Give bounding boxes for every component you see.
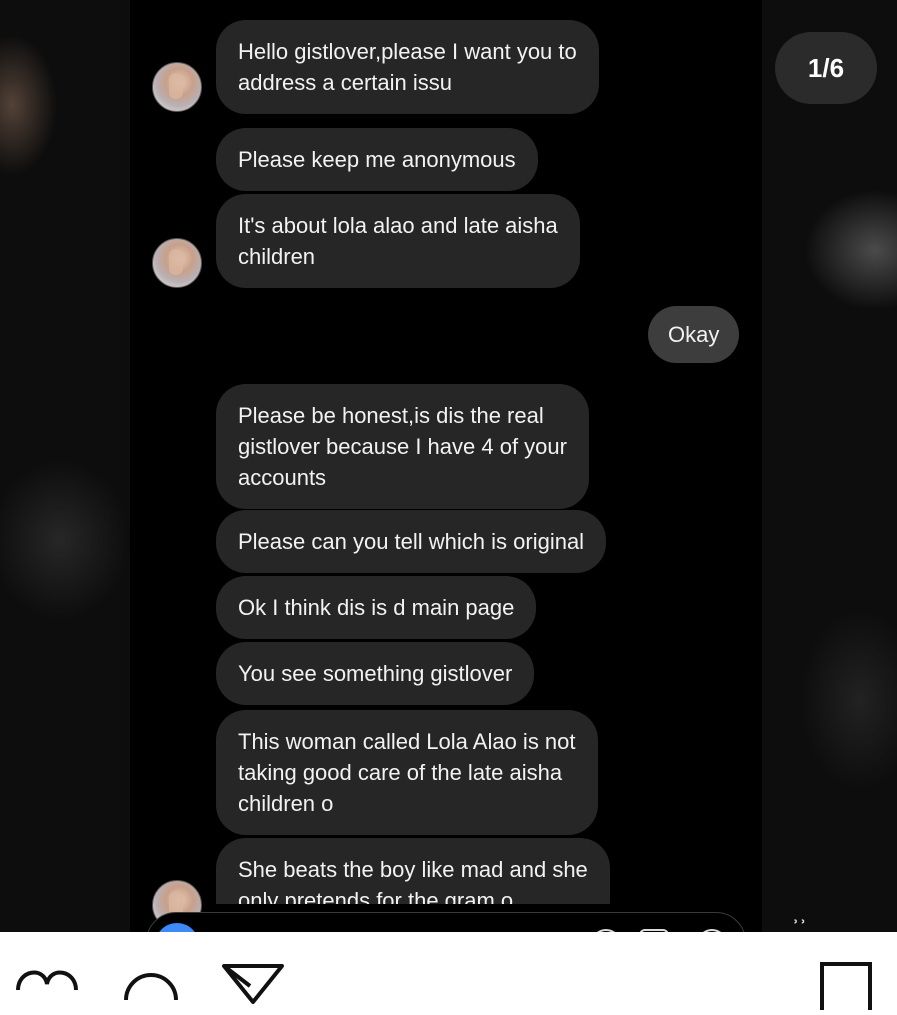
story-viewer: 1/6 Hello gistlover,please I want you to… <box>0 0 897 932</box>
message-bubble-4: Please be honest,is dis the real gistlove… <box>216 384 589 509</box>
camera-icon[interactable] <box>155 923 199 932</box>
message-bubble-2: Please keep me anonymous <box>216 128 538 191</box>
message-bubble-8: This woman called Lola Alao is not taking… <box>216 710 598 835</box>
message-bubble-3: It's about lola alao and late aisha child… <box>216 194 580 288</box>
comment-icon[interactable] <box>122 960 180 1010</box>
avatar-icon <box>152 62 202 112</box>
message-bubble-7: You see something gistlover <box>216 642 535 705</box>
message-bubble-1: Hello gistlover,please I want you to addr… <box>216 20 599 114</box>
message-bubble-6: Ok I think dis is d main page <box>216 576 537 639</box>
image-counter-badge: 1/6 <box>775 32 877 104</box>
message-bubble-outgoing: Okay <box>648 306 740 363</box>
avatar-icon <box>152 238 202 288</box>
post-action-bar <box>0 932 897 1015</box>
message-composer[interactable] <box>146 912 746 932</box>
bookmark-icon[interactable] <box>818 960 874 1012</box>
next-preview-fragment: ʾʾ <box>792 916 807 932</box>
send-icon[interactable] <box>220 962 286 1008</box>
message-bubble-5: Please can you tell which is original <box>216 510 607 573</box>
heart-icon[interactable] <box>14 960 80 1010</box>
message-list: Hello gistlover,please I want you to addr… <box>130 0 762 904</box>
message-bubble-9: She beats the boy like mad and she only p… <box>216 838 610 904</box>
